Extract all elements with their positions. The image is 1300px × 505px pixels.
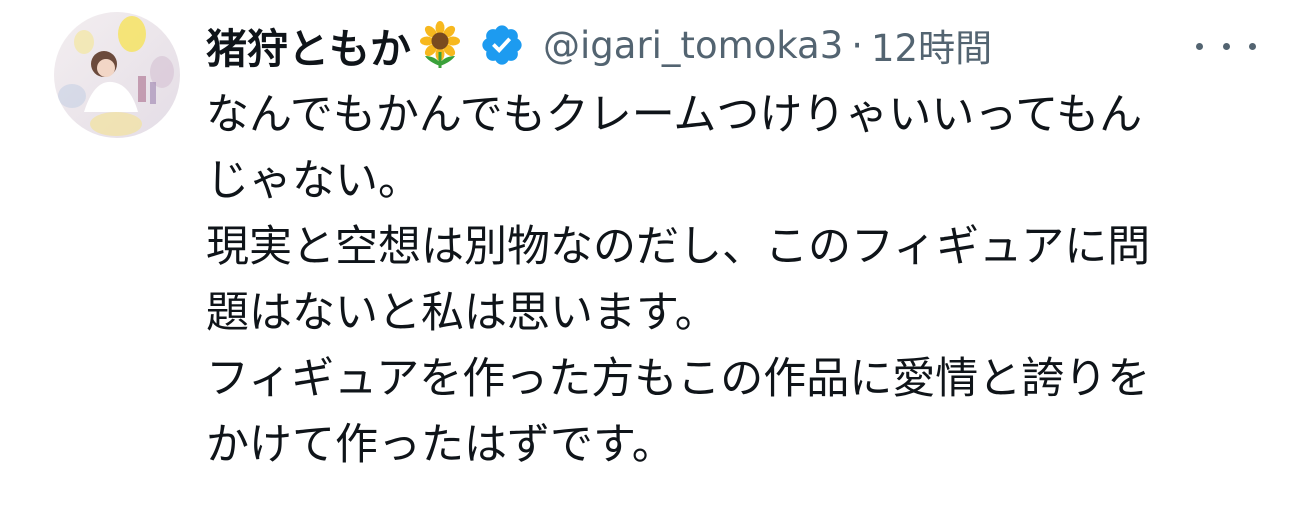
user-handle[interactable]: @igari_tomoka3	[543, 24, 843, 67]
avatar[interactable]	[54, 12, 180, 138]
tweet-text-line: じゃない。	[206, 156, 421, 206]
more-horizontal-icon-dot	[1249, 42, 1256, 50]
tweet-content: 猪狩ともか @igari_tomoka3 · 12時間 なんでもかんでもクレーム…	[206, 8, 1266, 478]
verified-badge-icon[interactable]	[479, 22, 525, 68]
tweet-text-line: 題はないと私は思います。	[206, 288, 718, 338]
tweet-text-line: なんでもかんでもクレームつけりゃいいってもん	[206, 90, 1143, 140]
sunflower-icon	[415, 20, 465, 70]
tweet[interactable]: 猪狩ともか @igari_tomoka3 · 12時間 なんでもかんでもクレーム…	[0, 0, 1300, 505]
tweet-header: 猪狩ともか @igari_tomoka3 · 12時間	[206, 8, 1266, 82]
tweet-text-line: フィギュアを作った方もこの作品に愛情と誇りを	[206, 354, 1151, 404]
tweet-text-line: 現実と空想は別物なのだし、このフィギュアに問	[206, 222, 1151, 272]
display-name[interactable]: 猪狩ともか	[206, 15, 411, 75]
more-horizontal-icon-dot	[1196, 42, 1203, 50]
tweet-text: なんでもかんでもクレームつけりゃいいってもん じゃない。 現実と空想は別物なのだ…	[206, 82, 1266, 478]
more-horizontal-icon-dot	[1222, 42, 1230, 50]
tweet-text-line: かけて作ったはずです。	[206, 420, 675, 470]
more-options-button[interactable]	[1196, 26, 1256, 66]
timestamp[interactable]: 12時間	[871, 18, 992, 72]
separator-dot: ·	[851, 23, 864, 67]
avatar-image	[54, 12, 180, 138]
